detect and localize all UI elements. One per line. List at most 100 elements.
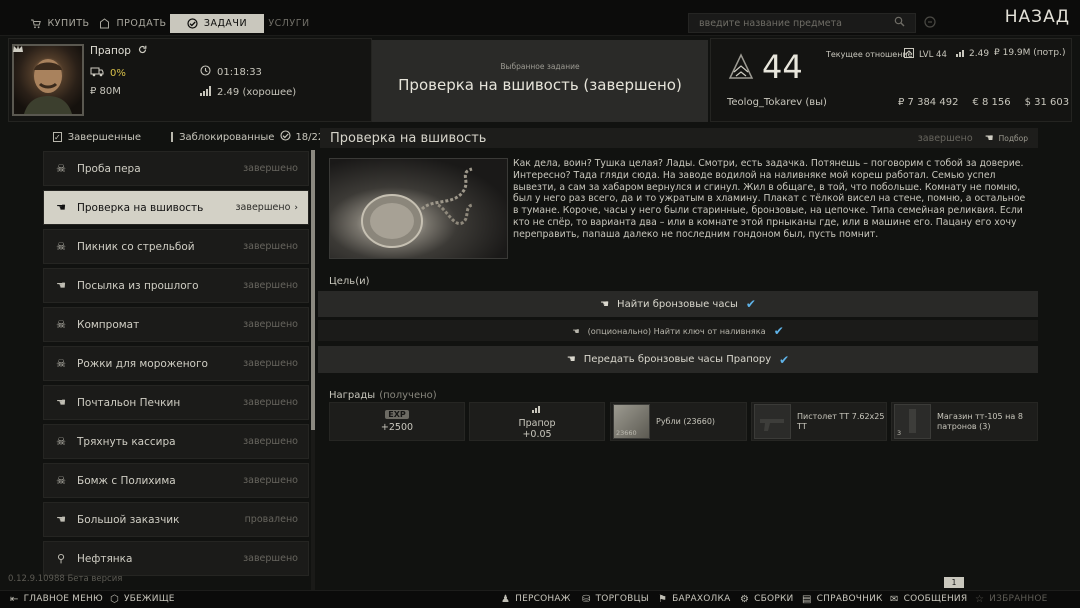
quest-item[interactable]: ☚ Почтальон Печкин завершено xyxy=(43,385,309,420)
tab-tasks[interactable]: ЗАДАЧИ xyxy=(170,14,264,33)
nav-main-menu[interactable]: ⇤ ГЛАВНОЕ МЕНЮ xyxy=(10,592,103,606)
nav-builds-label: СБОРКИ xyxy=(754,594,794,604)
player-rub: ₽ 7 384 492 xyxy=(898,97,959,108)
quest-item-active[interactable]: ☚ Проверка на вшивость завершено › xyxy=(43,190,309,225)
check-icon: ✔ xyxy=(773,323,784,338)
player-eur: € 8 156 xyxy=(972,97,1011,108)
quest-list-scrollbar-thumb[interactable] xyxy=(311,150,315,430)
locked-checkbox[interactable] xyxy=(171,132,174,142)
reward-pistol[interactable]: Пистолет ТТ 7.62x25 ТТ xyxy=(751,402,887,441)
crown-icon xyxy=(12,44,24,54)
quest-status: завершено xyxy=(243,436,298,447)
nav-character[interactable]: ♟ ПЕРСОНАЖ xyxy=(501,592,571,606)
tab-services[interactable]: УСЛУГИ xyxy=(258,14,320,33)
quest-item[interactable]: ☠ Бомж с Полихима завершено xyxy=(43,463,309,498)
magazine-item-slot[interactable]: 3 xyxy=(894,404,931,439)
goal-item: ☚ Передать бронзовые часы Прапору ✔ xyxy=(318,346,1038,373)
quest-name: Нефтянка xyxy=(77,552,133,565)
player-name: Teolog_Tokarev (вы) xyxy=(727,97,827,108)
quest-name: Бомж с Полихима xyxy=(77,474,176,487)
reward-magazine[interactable]: 3 Магазин тт-105 на 8 патронов (3) xyxy=(891,402,1038,441)
standing-bars-icon xyxy=(200,86,211,99)
completed-checkbox[interactable]: ✓ xyxy=(53,132,62,142)
nav-favorites[interactable]: ☆ ИЗБРАННОЕ xyxy=(975,592,1048,606)
nav-traders[interactable]: ⛁ ТОРГОВЦЫ xyxy=(582,592,649,606)
quest-item[interactable]: ☠ Тряхнуть кассира завершено xyxy=(43,424,309,459)
nav-favorites-label: ИЗБРАННОЕ xyxy=(989,594,1048,604)
pistol-item-slot[interactable] xyxy=(754,404,791,439)
skull-icon: ☠ xyxy=(56,357,66,370)
quest-status: завершено xyxy=(243,553,298,564)
hand-icon: ☚ xyxy=(984,132,994,144)
quest-name: Рожки для мороженого xyxy=(77,357,208,370)
standing-bars-icon xyxy=(532,404,542,416)
skull-icon: ☠ xyxy=(56,240,66,253)
quest-item[interactable]: ☠ Компромат завершено xyxy=(43,307,309,342)
quest-image xyxy=(329,158,508,259)
quest-name: Почтальон Печкин xyxy=(77,396,181,409)
nav-flea-market[interactable]: ⚑ БАРАХОЛКА xyxy=(658,592,730,606)
nav-handbook[interactable]: ▤ СПРАВОЧНИК xyxy=(802,592,883,606)
goal-text: Передать бронзовые часы Прапору xyxy=(583,354,772,365)
nav-main-menu-label: ГЛАВНОЕ МЕНЮ xyxy=(23,594,103,604)
level-badge-icon xyxy=(726,52,756,82)
check-icon: ✔ xyxy=(745,297,756,311)
timer-value: 01:18:33 xyxy=(217,66,262,78)
completed-filter-label: Завершенные xyxy=(67,131,142,143)
nav-hideout-label: УБЕЖИЩЕ xyxy=(123,594,175,604)
quest-item[interactable]: ⚲ Нефтянка завершено xyxy=(43,541,309,576)
quest-status: завершено xyxy=(243,397,298,408)
exp-badge: EXP xyxy=(385,410,409,419)
quest-status: завершено xyxy=(235,202,291,213)
hideout-icon: ⬡ xyxy=(110,593,119,605)
reward-rubles[interactable]: 23660 Рубли (23660) xyxy=(610,402,747,441)
quest-item[interactable]: ☚ Большой заказчик провалено xyxy=(43,502,309,537)
quest-filter-bar: ✓ Завершенные Заблокированные 18/22 xyxy=(43,128,324,146)
quest-status: завершено xyxy=(243,475,298,486)
nav-builds[interactable]: ⚙ СБОРКИ xyxy=(740,592,793,606)
goal-item-optional: ☚ (опционально) Найти ключ от наливняка … xyxy=(318,320,1038,341)
nav-hideout[interactable]: ⬡ УБЕЖИЩЕ xyxy=(110,592,175,606)
hand-icon: ☚ xyxy=(572,325,580,336)
search-input[interactable]: введите название предмета xyxy=(688,13,916,33)
clock-icon xyxy=(200,65,211,79)
rewards-label: Награды (получено) xyxy=(329,390,437,401)
quest-item[interactable]: ☠ Пикник со стрельбой завершено xyxy=(43,229,309,264)
search-icon[interactable] xyxy=(894,16,905,30)
sell-icon xyxy=(99,18,110,29)
hand-icon: ☚ xyxy=(566,354,576,365)
relation-sales: ₽ 19.9M (потр.) xyxy=(994,48,1066,58)
rubles-item-slot[interactable]: 23660 xyxy=(613,404,650,439)
magazine-label: Магазин тт-105 на 8 патронов (3) xyxy=(937,411,1023,431)
nav-traders-label: ТОРГОВЦЫ xyxy=(595,594,649,604)
quest-item[interactable]: ☠ Проба пера завершено xyxy=(43,151,309,186)
player-money: ₽ 7 384 492 € 8 156 $ 31 603 xyxy=(898,97,1069,108)
tab-sell[interactable]: ПРОДАТЬ xyxy=(98,14,168,33)
magazine-count: 3 xyxy=(897,429,902,437)
reward-exp: EXP +2500 xyxy=(329,402,465,441)
quest-status: завершено xyxy=(243,319,298,330)
quest-status: завершено xyxy=(243,358,298,369)
skull-icon: ☠ xyxy=(56,162,66,175)
selected-quest-label: Выбранное задание xyxy=(500,62,580,71)
rank-icon xyxy=(904,48,914,61)
quest-name: Пикник со стрельбой xyxy=(77,240,195,253)
relation-label: Текущее отношение xyxy=(826,50,913,59)
quest-count-icon xyxy=(280,130,291,144)
rewards-status: (получено) xyxy=(379,390,437,401)
favorite-filter-icon[interactable] xyxy=(924,16,936,31)
back-button[interactable]: НАЗАД xyxy=(960,7,1070,31)
handbook-link[interactable]: ☚ Подбор xyxy=(985,133,1028,144)
player-level: 44 xyxy=(762,48,803,86)
book-icon: ▤ xyxy=(802,593,812,605)
goal-text: Найти бронзовые часы xyxy=(617,298,738,310)
nav-messages[interactable]: ✉ СООБЩЕНИЯ xyxy=(890,592,967,606)
tab-buy[interactable]: КУПИТЬ xyxy=(24,14,96,33)
hand-icon: ☚ xyxy=(56,201,66,214)
quest-item[interactable]: ☠ Рожки для мороженого завершено xyxy=(43,346,309,381)
handbook-label: Подбор xyxy=(998,133,1028,143)
character-icon: ♟ xyxy=(501,593,511,605)
quest-name: Большой заказчик xyxy=(77,513,180,526)
quest-item[interactable]: ☚ Посылка из прошлого завершено xyxy=(43,268,309,303)
nav-messages-label: СООБЩЕНИЯ xyxy=(903,594,968,604)
